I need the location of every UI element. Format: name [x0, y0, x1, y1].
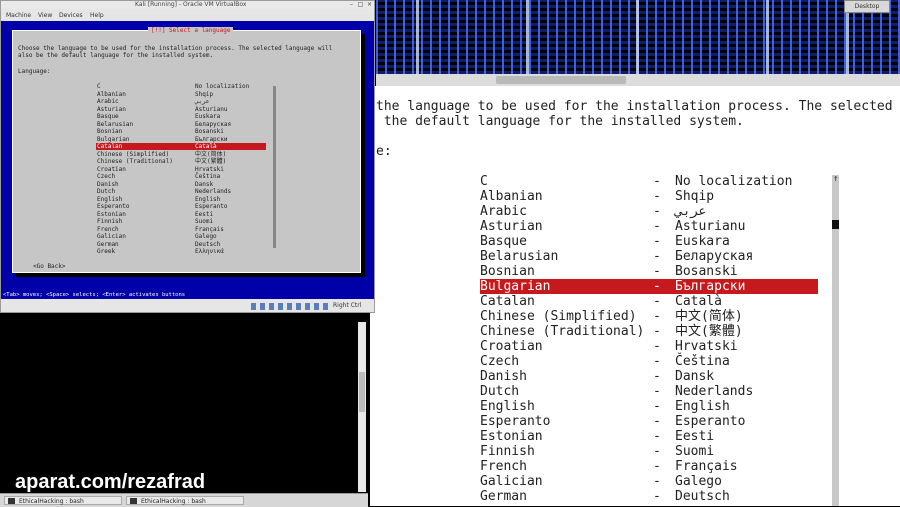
host-key-label: Right Ctrl: [333, 302, 362, 309]
zoom-intro-line2: the default language for the installed s…: [376, 114, 744, 129]
zoom-language-item[interactable]: Czech - Čeština: [370, 354, 900, 369]
zoom-language-item[interactable]: Arabic - عربي: [370, 204, 900, 219]
dialog-language-item[interactable]: English English: [13, 196, 353, 203]
dialog-language-item[interactable]: Dutch Nederlands: [13, 188, 353, 195]
zoom-language-item[interactable]: Estonian - Eesti: [370, 429, 900, 444]
zoom-language-item[interactable]: Chinese (Simplified) - 中文(简体): [370, 309, 900, 324]
bash-terminal[interactable]: [0, 313, 368, 493]
menu-view[interactable]: View: [38, 11, 52, 20]
window-title: Kali [Running] - Oracle VM VirtualBox: [135, 1, 247, 8]
zoom-language-item[interactable]: German - Deutsch: [370, 489, 900, 504]
zoom-language-item[interactable]: Belarusian - Беларуская: [370, 249, 900, 264]
dialog-intro-line1: Choose the language to be used for the i…: [18, 45, 333, 52]
dialog-title: [!!] Select a language: [148, 27, 234, 34]
matrix-wallpaper: [376, 0, 900, 80]
dialog-language-item[interactable]: Greek Ελληνικά: [13, 248, 353, 255]
dialog-language-item[interactable]: Catalan Català: [13, 143, 353, 150]
zoom-language-item[interactable]: Chinese (Traditional) - 中文(繁體): [370, 324, 900, 339]
dialog-language-item[interactable]: Croatian Hrvatski: [13, 166, 353, 173]
desktop-button[interactable]: Desktop: [844, 0, 890, 13]
dialog-language-item[interactable]: C No localization: [13, 83, 353, 90]
scroll-up-icon[interactable]: ↑: [833, 174, 838, 184]
zoom-language-item[interactable]: Bosnian - Bosanski: [370, 264, 900, 279]
dialog-language-item[interactable]: Belarusian Беларуская: [13, 121, 353, 128]
menu-machine[interactable]: Machine: [6, 11, 31, 20]
dialog-language-item[interactable]: Bulgarian Български: [13, 136, 353, 143]
terminal-icon: [130, 498, 137, 504]
dialog-language-item[interactable]: Chinese (Traditional) 中文(繁體): [13, 158, 353, 165]
zoom-language-item[interactable]: French - Français: [370, 459, 900, 474]
keyboard-hint: <Tab> moves; <Space> selects; <Enter> ac…: [1, 291, 374, 299]
device-status-icons[interactable]: [251, 303, 331, 310]
dialog-language-item[interactable]: Albanian Shqip: [13, 91, 353, 98]
language-dialog: [!!] Select a language Choose the langua…: [12, 27, 361, 273]
zoom-language-item[interactable]: Asturian - Asturianu: [370, 219, 900, 234]
maximize-icon[interactable]: □: [357, 2, 364, 8]
dialog-language-item[interactable]: Bosnian Bosanski: [13, 128, 353, 135]
menu-bar: Machine View Devices Help: [1, 11, 374, 20]
zoom-language-item[interactable]: English - English: [370, 399, 900, 414]
zoom-language-item[interactable]: Finnish - Suomi: [370, 444, 900, 459]
virtualbox-window: Kali [Running] - Oracle VM VirtualBox – …: [0, 0, 375, 313]
taskbar-task[interactable]: EthicalHacking : bash: [4, 496, 122, 505]
zoom-language-item[interactable]: Danish - Dansk: [370, 369, 900, 384]
zoom-language-item[interactable]: Croatian - Hrvatski: [370, 339, 900, 354]
dialog-language-item[interactable]: Danish Dansk: [13, 181, 353, 188]
dialog-language-item[interactable]: German Deutsch: [13, 241, 353, 248]
dialog-language-item[interactable]: Galician Galego: [13, 233, 353, 240]
dialog-language-item[interactable]: Asturian Asturianu: [13, 106, 353, 113]
window-titlebar: Kali [Running] - Oracle VM VirtualBox – …: [1, 1, 374, 9]
terminal-tab[interactable]: [496, 76, 626, 84]
zoom-language-item[interactable]: Basque - Euskara: [370, 234, 900, 249]
watermark: aparat.com/rezafrad: [15, 471, 206, 493]
dialog-scrollbar[interactable]: [273, 86, 276, 248]
dialog-language-label: Language:: [18, 68, 51, 75]
zoom-language-item[interactable]: Bulgarian - Български: [370, 279, 900, 294]
taskbar: EthicalHacking : bash EthicalHacking : b…: [0, 493, 368, 507]
dialog-language-item[interactable]: Chinese (Simplified) 中文(简体): [13, 151, 353, 158]
dialog-language-item[interactable]: Finnish Suomi: [13, 218, 353, 225]
zoom-scrollbar-thumb[interactable]: [832, 220, 839, 229]
dialog-language-item[interactable]: Arabic عربي: [13, 98, 353, 105]
dialog-intro-line2: also be the default language for the ins…: [18, 52, 214, 59]
go-back-button[interactable]: <Go Back>: [33, 263, 66, 270]
dialog-language-item[interactable]: French Français: [13, 226, 353, 233]
zoom-language-item[interactable]: Catalan - Català: [370, 294, 900, 309]
terminal-scrollbar[interactable]: [358, 322, 366, 492]
zoom-language-item[interactable]: Dutch - Nederlands: [370, 384, 900, 399]
zoom-intro-line1: the language to be used for the installa…: [376, 99, 900, 114]
zoom-language-item[interactable]: Albanian - Shqip: [370, 189, 900, 204]
vm-status-bar: Right Ctrl: [1, 300, 374, 312]
taskbar-task[interactable]: EthicalHacking : bash: [126, 496, 244, 505]
dialog-language-item[interactable]: Esperanto Esperanto: [13, 203, 353, 210]
dialog-language-item[interactable]: Estonian Eesti: [13, 211, 353, 218]
close-icon[interactable]: ×: [366, 2, 373, 8]
menu-devices[interactable]: Devices: [59, 11, 83, 20]
dialog-language-item[interactable]: Czech Čeština: [13, 173, 353, 180]
zoom-language-item[interactable]: Esperanto - Esperanto: [370, 414, 900, 429]
dialog-language-item[interactable]: Basque Euskara: [13, 113, 353, 120]
menu-help[interactable]: Help: [90, 11, 104, 20]
zoom-language-item[interactable]: C - No localization: [370, 174, 900, 189]
minimize-icon[interactable]: –: [348, 2, 355, 8]
terminal-icon: [8, 498, 15, 504]
zoom-language-label: e:: [376, 144, 392, 159]
zoomed-installer-view: the language to be used for the installa…: [370, 86, 900, 506]
zoom-language-item[interactable]: Galician - Galego: [370, 474, 900, 489]
